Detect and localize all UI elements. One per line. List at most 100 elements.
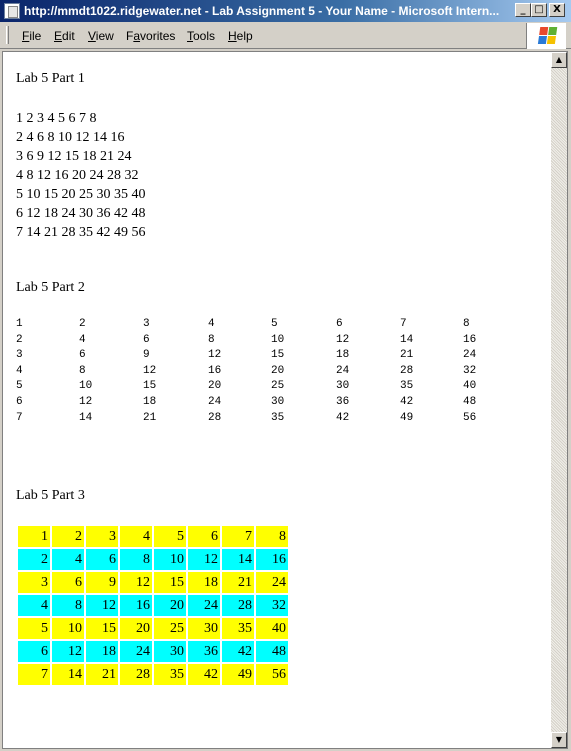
table-cell: 21 <box>86 664 118 685</box>
table-cell: 40 <box>256 618 288 639</box>
scroll-down-button[interactable]: ▼ <box>551 732 567 748</box>
page-icon <box>4 3 20 19</box>
table-cell: 10 <box>154 549 186 570</box>
part2-cell: 2 <box>79 318 86 330</box>
part1-row: 2 4 6 8 10 12 14 16 <box>16 130 125 145</box>
part2-cell: 4 <box>16 364 23 377</box>
menu-favorites[interactable]: Favorites <box>126 29 175 43</box>
table-cell: 35 <box>154 664 186 685</box>
table-cell: 9 <box>86 572 118 593</box>
part2-cell: 3 <box>143 318 150 330</box>
part2-cell: 12 <box>79 395 93 408</box>
table-cell: 5 <box>154 526 186 547</box>
part1-row: 4 8 12 16 20 24 28 32 <box>16 168 139 183</box>
table-cell: 6 <box>188 526 220 547</box>
table-cell: 14 <box>222 549 254 570</box>
part3-heading: Lab 5 Part 3 <box>16 488 85 503</box>
part2-cell: 5 <box>16 380 23 393</box>
table-cell: 12 <box>120 572 152 593</box>
table-cell: 7 <box>222 526 254 547</box>
minimize-button[interactable]: _ <box>515 3 531 17</box>
toolbar-grip[interactable] <box>6 26 9 44</box>
table-cell: 16 <box>120 595 152 616</box>
table-cell: 18 <box>188 572 220 593</box>
table-cell: 49 <box>222 664 254 685</box>
part2-row: 7 14 21 28 35 42 49 56 <box>16 411 496 427</box>
table-cell: 2 <box>18 549 50 570</box>
table-cell: 30 <box>154 641 186 662</box>
table-cell: 35 <box>222 618 254 639</box>
part1-heading: Lab 5 Part 1 <box>16 71 85 86</box>
table-cell: 32 <box>256 595 288 616</box>
table-cell: 42 <box>222 641 254 662</box>
part2-cell: 5 <box>271 318 278 330</box>
menu-edit[interactable]: Edit <box>54 29 75 43</box>
part2-cell: 25 <box>271 380 285 393</box>
window-title: http://mmdt1022.ridgewater.net - Lab Ass… <box>24 4 500 18</box>
part3-color-table: 1 2 3 4 5 6 7 8 2 4 6 8 10 12 14 16 3 6 9 12 15 18 21 24 4 8 12 16 2… <box>16 524 290 687</box>
part2-heading: Lab 5 Part 2 <box>16 280 85 295</box>
part2-row: 1 2 3 4 5 6 7 8 <box>16 317 496 333</box>
part2-cell: 1 <box>16 318 23 330</box>
table-cell: 6 <box>18 641 50 662</box>
part2-cell: 14 <box>400 333 414 346</box>
part1-row: 6 12 18 24 30 36 42 48 <box>16 206 146 221</box>
part1-row: 7 14 21 28 35 42 49 56 <box>16 225 146 240</box>
table-cell: 24 <box>256 572 288 593</box>
part2-cell: 28 <box>400 364 414 377</box>
scroll-up-button[interactable]: ▲ <box>551 52 567 68</box>
menu-tools[interactable]: Tools <box>187 29 215 43</box>
part2-cell: 24 <box>208 395 222 408</box>
part2-row: 2 4 6 8 10 12 14 16 <box>16 333 496 349</box>
part2-cell: 8 <box>79 364 86 377</box>
table-cell: 10 <box>52 618 84 639</box>
part2-row: 4 8 12 16 20 24 28 32 <box>16 364 496 380</box>
part2-cell: 16 <box>208 364 222 377</box>
table-cell: 25 <box>154 618 186 639</box>
close-button[interactable]: X <box>549 3 565 17</box>
table-cell: 5 <box>18 618 50 639</box>
part2-cell: 15 <box>271 349 285 362</box>
table-cell: 30 <box>188 618 220 639</box>
part2-row: 5 10 15 20 25 30 35 40 <box>16 379 496 395</box>
vertical-scrollbar[interactable]: ▲ ▼ <box>551 52 567 748</box>
table-cell: 24 <box>188 595 220 616</box>
table-cell: 8 <box>120 549 152 570</box>
part1-rows: 1 2 3 4 5 6 7 8 2 4 6 8 10 12 14 16 3 6 … <box>16 109 146 242</box>
part2-cell: 10 <box>79 380 93 393</box>
part2-cell: 24 <box>336 364 350 377</box>
table-cell: 12 <box>86 595 118 616</box>
part2-cell: 35 <box>400 380 414 393</box>
table-cell: 4 <box>120 526 152 547</box>
part2-cell: 8 <box>463 318 470 330</box>
part2-cell: 20 <box>208 380 222 393</box>
part2-cell: 49 <box>400 411 414 424</box>
part2-cell: 4 <box>79 333 86 346</box>
part1-row: 1 2 3 4 5 6 7 8 <box>16 111 97 126</box>
table-cell: 4 <box>52 549 84 570</box>
table-cell: 18 <box>86 641 118 662</box>
part2-row: 6 12 18 24 30 36 42 48 <box>16 395 496 411</box>
table-cell: 28 <box>222 595 254 616</box>
table-row: 12345678 <box>18 526 288 547</box>
windows-logo-icon <box>526 23 566 49</box>
part2-cell: 14 <box>79 411 93 424</box>
part2-tab-table: 1 2 3 4 5 6 7 8 2 4 6 8 10 12 14 16 3 6 9 12 15 18 21 24 4 8 12 16 2… <box>16 317 496 426</box>
table-cell: 3 <box>18 572 50 593</box>
menu-help[interactable]: Help <box>228 29 253 43</box>
part2-cell: 40 <box>463 380 477 393</box>
page-content: Lab 5 Part 1 1 2 3 4 5 6 7 8 2 4 6 8 10 … <box>3 52 551 748</box>
maximize-button[interactable]: □ <box>531 3 547 17</box>
table-cell: 12 <box>52 641 84 662</box>
table-cell: 20 <box>154 595 186 616</box>
table-row: 5 10 15 20 25 30 35 40 <box>18 618 288 639</box>
menu-view[interactable]: View <box>88 29 114 43</box>
menu-file[interactable]: File <box>22 29 41 43</box>
table-cell: 36 <box>188 641 220 662</box>
part2-row: 3 6 9 12 15 18 21 24 <box>16 348 496 364</box>
part2-cell: 7 <box>400 318 407 330</box>
part2-cell: 3 <box>16 349 23 362</box>
table-row: 6 12 18 24 30 36 42 48 <box>18 641 288 662</box>
title-bar: http://mmdt1022.ridgewater.net - Lab Ass… <box>0 0 571 22</box>
table-cell: 28 <box>120 664 152 685</box>
